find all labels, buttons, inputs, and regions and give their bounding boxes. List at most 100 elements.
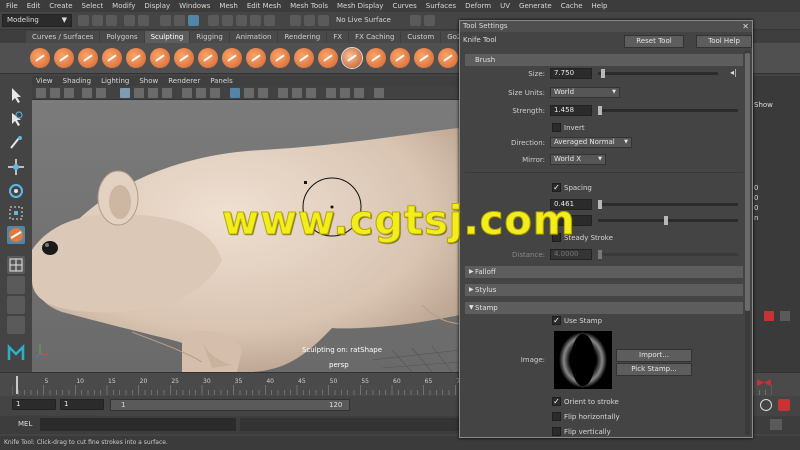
stamp-preview[interactable] <box>554 331 612 389</box>
stamp-section-header[interactable]: ▼ Stamp <box>465 302 743 314</box>
smooth-shade-icon[interactable] <box>196 88 206 98</box>
fill-tool-icon[interactable] <box>318 48 338 68</box>
viewport-menu-renderer[interactable]: Renderer <box>168 77 200 85</box>
size-slider-handle[interactable] <box>601 69 605 78</box>
shelf-tab-custom[interactable]: Custom <box>401 31 441 43</box>
two-d-pan-icon[interactable] <box>96 88 106 98</box>
shelf-tab-animation[interactable]: Animation <box>229 31 278 43</box>
live-surface-indicator[interactable]: No Live Surface <box>336 16 391 24</box>
new-layer-icon[interactable] <box>764 311 774 321</box>
mel-input[interactable] <box>40 418 236 431</box>
select-camera-icon[interactable] <box>36 88 46 98</box>
shelf-tab-fx-caching[interactable]: FX Caching <box>349 31 401 43</box>
imprint-tool-icon[interactable] <box>246 48 266 68</box>
save-scene-icon[interactable] <box>106 15 117 26</box>
select-tool-icon[interactable] <box>7 86 25 104</box>
spray-tool-icon[interactable] <box>198 48 218 68</box>
xray-joints-icon[interactable] <box>354 88 364 98</box>
menu-modify[interactable]: Modify <box>112 2 135 10</box>
textured-icon[interactable] <box>230 88 240 98</box>
orient-to-stroke-checkbox[interactable]: ✓ <box>552 397 561 406</box>
history-icon[interactable] <box>290 15 301 26</box>
brush-section-header[interactable]: Brush <box>465 54 743 66</box>
menu-uv[interactable]: UV <box>500 2 510 10</box>
wireframe-icon[interactable] <box>182 88 192 98</box>
reset-tool-button[interactable]: Reset Tool <box>624 35 684 48</box>
mel-label[interactable]: MEL <box>18 420 32 428</box>
spacing-checkbox[interactable]: ✓ <box>552 183 561 192</box>
strength-slider[interactable] <box>598 106 738 115</box>
viewport-menu-lighting[interactable]: Lighting <box>101 77 129 85</box>
channel-value[interactable]: 0 <box>754 194 758 202</box>
last-tool-knife-icon[interactable] <box>7 226 25 244</box>
knife-tool-icon[interactable] <box>341 47 363 69</box>
menu-cache[interactable]: Cache <box>561 2 583 10</box>
viewport-menu-view[interactable]: View <box>36 77 53 85</box>
channel-value[interactable]: 0 <box>754 184 758 192</box>
spacing-slider-handle[interactable] <box>598 200 602 209</box>
tool-settings-scrollbar[interactable] <box>745 51 750 435</box>
script-editor-icon[interactable] <box>770 419 782 430</box>
camera-attributes-icon[interactable] <box>50 88 60 98</box>
viewport-menu-show[interactable]: Show <box>139 77 158 85</box>
menu-edit[interactable]: Edit <box>27 2 41 10</box>
motion-blur-icon[interactable] <box>292 88 302 98</box>
wireframe-on-shaded-icon[interactable] <box>210 88 220 98</box>
tool-settings-titlebar[interactable]: Tool Settings ✕ <box>460 21 752 32</box>
side-by-side-layout-icon[interactable] <box>7 296 25 314</box>
symmetry-icon[interactable] <box>410 15 421 26</box>
strength-field[interactable]: 1.458 <box>550 105 592 116</box>
invert-checkbox[interactable] <box>552 123 561 132</box>
strength-slider-handle[interactable] <box>598 106 602 115</box>
auto-key-icon[interactable] <box>760 399 772 411</box>
viewport-menu-shading[interactable]: Shading <box>63 77 91 85</box>
resolution-gate-icon[interactable] <box>148 88 158 98</box>
shelf-tab-polygons[interactable]: Polygons <box>100 31 144 43</box>
flip-horizontally-checkbox[interactable] <box>552 412 561 421</box>
scrollbar-thumb[interactable] <box>745 53 750 311</box>
amplify-tool-icon[interactable] <box>414 48 434 68</box>
lights-icon[interactable] <box>244 88 254 98</box>
relax-tool-icon[interactable] <box>78 48 98 68</box>
snap-curve-icon[interactable] <box>222 15 233 26</box>
channel-value[interactable]: n <box>754 214 758 222</box>
menu-mesh-tools[interactable]: Mesh Tools <box>290 2 328 10</box>
image-plane-icon[interactable] <box>82 88 92 98</box>
brush-size-icon[interactable]: ◂| <box>730 68 737 77</box>
size-units-dropdown[interactable]: World <box>550 87 620 98</box>
current-time-marker[interactable] <box>16 376 18 394</box>
snap-grid-icon[interactable] <box>208 15 219 26</box>
color-management-icon[interactable] <box>374 88 384 98</box>
menu-create[interactable]: Create <box>49 2 72 10</box>
grid-icon[interactable] <box>120 88 130 98</box>
bulge-tool-icon[interactable] <box>390 48 410 68</box>
size-slider[interactable] <box>598 69 718 78</box>
shelf-tab-sculpting[interactable]: Sculpting <box>144 31 190 43</box>
menu-select[interactable]: Select <box>82 2 104 10</box>
menu-deform[interactable]: Deform <box>465 2 491 10</box>
ipr-icon[interactable] <box>318 15 329 26</box>
pinch-tool-icon[interactable] <box>126 48 146 68</box>
select-object-icon[interactable] <box>174 15 185 26</box>
shelf-tab-fx[interactable]: FX <box>327 31 349 43</box>
smooth-tool-icon[interactable] <box>54 48 74 68</box>
stylus-section-header[interactable]: ▶ Stylus <box>465 284 743 296</box>
select-hierarchy-icon[interactable] <box>160 15 171 26</box>
channel-value[interactable]: 0 <box>754 204 758 212</box>
ambient-occlusion-icon[interactable] <box>278 88 288 98</box>
playback-controls[interactable]: ▶◀ <box>757 378 771 388</box>
sculpt-tool-icon[interactable] <box>30 48 50 68</box>
gate-mask-icon[interactable] <box>162 88 172 98</box>
isolate-select-icon[interactable] <box>326 88 336 98</box>
menu-mesh[interactable]: Mesh <box>219 2 237 10</box>
snap-view-icon[interactable] <box>250 15 261 26</box>
menu-curves[interactable]: Curves <box>392 2 416 10</box>
paint-select-icon[interactable] <box>7 134 25 152</box>
snap-surface-icon[interactable] <box>264 15 275 26</box>
menu-edit-mesh[interactable]: Edit Mesh <box>247 2 281 10</box>
use-stamp-checkbox[interactable]: ✓ <box>552 316 561 325</box>
flatten-tool-icon[interactable] <box>150 48 170 68</box>
outliner-layout-icon[interactable] <box>7 316 25 334</box>
menu-mesh-display[interactable]: Mesh Display <box>337 2 383 10</box>
film-gate-icon[interactable] <box>134 88 144 98</box>
